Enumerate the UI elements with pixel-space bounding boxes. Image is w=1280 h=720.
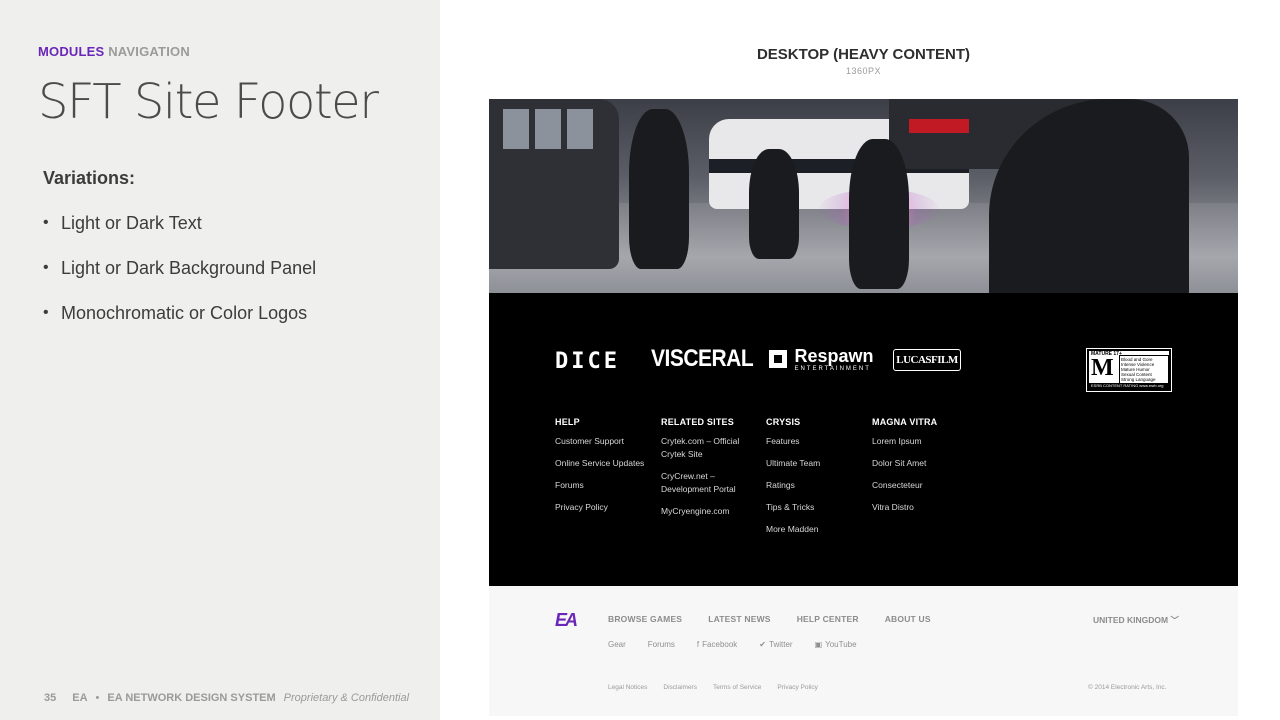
- facebook-icon: f: [696, 640, 700, 649]
- variations-list: • Light or Dark Text • Light or Dark Backg…: [43, 211, 316, 346]
- link-twitter[interactable]: ✔ Twitter: [759, 640, 792, 649]
- footer-link[interactable]: CryCrew.net – Development Portal: [661, 470, 751, 496]
- footer-link[interactable]: Ratings: [766, 479, 856, 492]
- dot-separator: •: [95, 692, 100, 704]
- link-forums[interactable]: Forums: [648, 640, 675, 649]
- dark-footer-panel: DICE VISCERAL Respawn ENTERTAINMENT LUCA…: [489, 293, 1238, 586]
- footer-sub-nav: Gear Forums f Facebook ✔ Twitter ▣ YouTube: [608, 640, 857, 649]
- light-footer-bar: EA BROWSE GAMES LATEST NEWS HELP CENTER …: [489, 586, 1238, 716]
- respawn-logo[interactable]: Respawn ENTERTAINMENT: [769, 347, 873, 373]
- footer-link[interactable]: More Madden: [766, 523, 856, 536]
- list-item: • Light or Dark Background Panel: [43, 258, 317, 278]
- lucasfilm-logo[interactable]: LUCASFILM: [893, 349, 961, 371]
- column-heading: MAGNA VITRA: [872, 417, 938, 427]
- footer-link[interactable]: Vitra Distro: [872, 501, 962, 514]
- page-number: 35: [44, 692, 57, 704]
- footer-link[interactable]: Dolor Sit Amet: [872, 457, 962, 470]
- legal-links: Legal Notices Disclaimers Terms of Servi…: [608, 684, 818, 691]
- privacy-policy-link[interactable]: Privacy Policy: [777, 684, 817, 691]
- bullet-icon: •: [43, 259, 49, 276]
- footer-main-nav: BROWSE GAMES LATEST NEWS HELP CENTER ABO…: [608, 614, 931, 624]
- bullet-icon: •: [43, 214, 49, 231]
- esrb-rating-badge: MATURE 17+ M Blood and Gore Intense Viol…: [1086, 348, 1172, 392]
- footer-link[interactable]: Online Service Updates: [555, 457, 645, 470]
- legal-notices-link[interactable]: Legal Notices: [608, 684, 647, 691]
- column-heading: RELATED SITES: [661, 417, 734, 427]
- link-gear[interactable]: Gear: [608, 640, 626, 649]
- dice-logo[interactable]: DICE: [555, 349, 620, 374]
- link-youtube[interactable]: ▣ YouTube: [815, 640, 857, 649]
- region-selector[interactable]: UNITED KINGDOM ﹀: [1093, 614, 1179, 626]
- footer-column-magna-vitra: MAGNA VITRA Lorem Ipsum Dolor Sit Amet C…: [872, 417, 972, 523]
- footer-column-help: HELP Customer Support Online Service Upd…: [555, 417, 655, 523]
- nav-latest-news[interactable]: LATEST NEWS: [708, 614, 771, 624]
- column-heading: HELP: [555, 417, 580, 427]
- slide-footer: 35 EA • EA NETWORK DESIGN SYSTEM Proprie…: [44, 692, 409, 704]
- left-panel: MODULES NAVIGATION SFT Site Footer Varia…: [0, 0, 440, 720]
- footer-link[interactable]: Features: [766, 435, 856, 448]
- chevron-down-icon: ﹀: [1170, 615, 1179, 625]
- hero-image: [489, 99, 1238, 293]
- footer-link[interactable]: Customer Support: [555, 435, 645, 448]
- section-label: NAVIGATION: [108, 44, 190, 59]
- variations-heading: Variations:: [43, 168, 136, 188]
- footer-link[interactable]: Privacy Policy: [555, 501, 645, 514]
- nav-help-center[interactable]: HELP CENTER: [797, 614, 859, 624]
- bullet-icon: •: [43, 304, 49, 321]
- column-heading: CRYSIS: [766, 417, 801, 427]
- module-label: MODULES: [38, 44, 105, 59]
- footer-column-related-sites: RELATED SITES Crytek.com – Official Cryt…: [661, 417, 761, 527]
- respawn-mark-icon: [769, 350, 787, 368]
- twitter-icon: ✔: [759, 640, 766, 649]
- preview-title: DESKTOP (HEAVY CONTENT): [756, 46, 971, 63]
- footer-link[interactable]: Tips & Tricks: [766, 501, 856, 514]
- preview-width-label: 1360PX: [845, 66, 882, 76]
- nav-browse-games[interactable]: BROWSE GAMES: [608, 614, 682, 624]
- footer-link[interactable]: Crytek.com – Official Crytek Site: [661, 435, 751, 461]
- footer-system: EA NETWORK DESIGN SYSTEM: [107, 692, 276, 704]
- youtube-icon: ▣: [814, 640, 823, 649]
- nav-about-us[interactable]: ABOUT US: [885, 614, 931, 624]
- breadcrumb: MODULES NAVIGATION: [38, 44, 190, 59]
- ea-logo[interactable]: EA: [555, 610, 578, 631]
- footer-column-crysis: CRYSIS Features Ultimate Team Ratings Ti…: [766, 417, 866, 545]
- footer-brand: EA: [72, 692, 88, 704]
- copyright: © 2014 Electronic Arts, Inc.: [1088, 684, 1167, 691]
- footer-confidential: Proprietary & Confidential: [283, 692, 410, 704]
- list-item: • Light or Dark Text: [43, 213, 202, 233]
- footer-link[interactable]: Ultimate Team: [766, 457, 856, 470]
- footer-link[interactable]: Forums: [555, 479, 645, 492]
- footer-link[interactable]: Lorem Ipsum: [872, 435, 962, 448]
- footer-link[interactable]: MyCryengine.com: [661, 505, 751, 518]
- visceral-logo[interactable]: VISCERAL: [651, 345, 754, 373]
- disclaimers-link[interactable]: Disclaimers: [663, 684, 697, 691]
- terms-of-service-link[interactable]: Terms of Service: [713, 684, 761, 691]
- link-facebook[interactable]: f Facebook: [697, 640, 737, 649]
- page-title: SFT Site Footer: [38, 74, 379, 130]
- list-item: • Monochromatic or Color Logos: [43, 303, 308, 323]
- footer-link[interactable]: Consecteteur: [872, 479, 962, 492]
